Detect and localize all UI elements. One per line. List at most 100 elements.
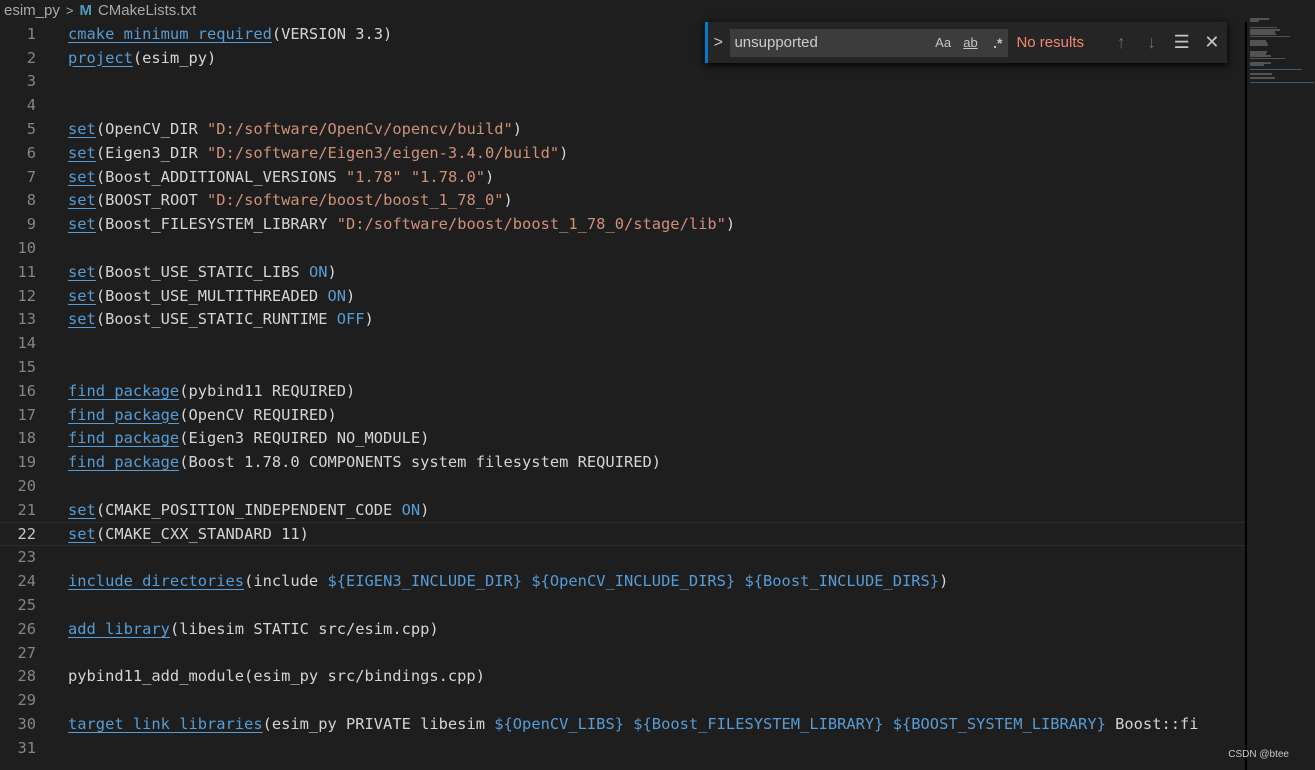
code-line[interactable]: 31 [0,736,1245,760]
code-line[interactable]: 15 [0,355,1245,379]
code-line[interactable]: 21 set(CMAKE_POSITION_INDEPENDENT_CODE ON… [0,498,1245,522]
minimap-line [1250,44,1269,46]
code-token: OFF [336,310,365,329]
code-text: find_package(Boost 1.78.0 COMPONENTS sys… [68,453,661,471]
breadcrumb-file[interactable]: CMakeLists.txt [98,2,196,19]
code-token: (OpenCV REQUIRED) [179,405,337,424]
code-text: set(BOOST_ROOT "D:/software/boost/boost_… [68,191,513,209]
code-token: (Boost_USE_STATIC_LIBS [95,262,309,281]
code-line[interactable]: 8 set(BOOST_ROOT "D:/software/boost/boost… [0,189,1245,213]
next-match-icon[interactable]: ↓ [1136,32,1166,53]
line-number: 19 [17,453,36,472]
code-line[interactable]: 12 set(Boost_USE_MULTITHREADED ON) [0,284,1245,308]
line-number: 16 [17,381,36,400]
code-token: find_package [68,381,180,400]
code-token: (esim_py PRIVATE libesim [262,715,495,734]
code-token: set [68,143,96,162]
line-number: 29 [17,691,36,710]
code-text: set(Boost_FILESYSTEM_LIBRARY "D:/softwar… [68,215,735,233]
code-token: find_package [68,429,180,448]
expand-replace-icon[interactable]: > [705,22,728,63]
code-editor[interactable]: 1 cmake_minimum_required(VERSION 3.3) 2 pro… [0,22,1245,770]
code-token: find_package [68,453,180,472]
code-token: "D:/software/boost/boost_1_78_0" [207,191,504,210]
code-text: set(Boost_ADDITIONAL_VERSIONS "1.78" "1.… [68,168,494,186]
code-token: "D:/software/boost/boost_1_78_0/stage/li… [336,215,726,234]
code-token: (libesim STATIC src/esim.cpp) [169,619,439,638]
line-number: 14 [17,334,36,353]
whole-word-icon[interactable]: ab [960,35,981,50]
code-token: (BOOST_ROOT [95,191,208,210]
minimap-line [1250,81,1314,84]
breadcrumb: esim_py > M CMakeLists.txt [0,0,1315,20]
code-line[interactable]: 16 find_package(pybind11 REQUIRED) [0,379,1245,403]
code-line[interactable]: 26 add_library(libesim STATIC src/esim.cp… [0,617,1245,641]
code-line[interactable]: 29 [0,688,1245,712]
line-number: 30 [17,715,36,734]
editor-window: esim_py > M CMakeLists.txt 1 cmake_minimu… [0,0,1315,770]
code-token: set [68,191,96,210]
code-line[interactable]: 18 find_package(Eigen3 REQUIRED NO_MODULE… [0,427,1245,451]
watermark: CSDN @btee [1228,749,1289,760]
code-line[interactable]: 5 set(OpenCV_DIR "D:/software/OpenCv/open… [0,117,1245,141]
code-line[interactable]: 28 pybind11_add_module(esim_py src/bindin… [0,665,1245,689]
code-token: (include [244,572,328,591]
code-line[interactable]: 30 target_link_libraries(esim_py PRIVATE … [0,712,1245,736]
code-line[interactable]: 19 find_package(Boost 1.78.0 COMPONENTS s… [0,450,1245,474]
find-input[interactable] [730,33,927,52]
code-token: (VERSION 3.3) [271,24,393,43]
breadcrumb-folder[interactable]: esim_py [0,2,60,19]
code-line[interactable]: 20 [0,474,1245,498]
close-icon[interactable]: ✕ [1197,32,1227,53]
regex-icon[interactable]: .* [987,35,1008,51]
code-line[interactable]: 25 [0,593,1245,617]
code-token: cmake_minimum_required [68,24,272,43]
code-token: ${BOOST_SYSTEM_LIBRARY} [892,715,1106,734]
code-token: ) [364,310,374,329]
find-result-status: No results [1016,34,1084,51]
code-line[interactable]: 6 set(Eigen3_DIR "D:/software/Eigen3/eige… [0,141,1245,165]
code-line[interactable]: 3 [0,70,1245,94]
code-line[interactable]: 9 set(Boost_FILESYSTEM_LIBRARY "D:/softwa… [0,212,1245,236]
line-number: 8 [26,191,36,210]
code-line[interactable]: 27 [0,641,1245,665]
line-number: 31 [17,738,36,757]
code-line[interactable]: 4 [0,93,1245,117]
code-token: ) [485,167,495,186]
minimap[interactable] [1250,18,1315,88]
code-line[interactable]: 14 [0,331,1245,355]
code-line[interactable]: 7 set(Boost_ADDITIONAL_VERSIONS "1.78" "1… [0,165,1245,189]
code-text: find_package(OpenCV REQUIRED) [68,406,337,424]
code-line[interactable]: 23 [0,546,1245,570]
find-in-selection-icon[interactable]: ☰ [1167,32,1197,53]
code-line[interactable]: 24 include_directories(include ${EIGEN3_I… [0,569,1245,593]
code-token: ON [308,262,328,281]
minimap-line [1250,77,1275,79]
line-number: 21 [17,500,36,519]
line-number: 26 [17,619,36,638]
vertical-scrollbar[interactable] [1245,22,1247,770]
code-token: ON [401,500,421,519]
code-line[interactable]: 22 set(CMAKE_CXX_STANDARD 11) [0,522,1245,546]
code-line[interactable]: 13 set(Boost_USE_STATIC_RUNTIME OFF) [0,308,1245,332]
code-text: find_package(Eigen3 REQUIRED NO_MODULE) [68,429,429,447]
code-line[interactable]: 11 set(Boost_USE_STATIC_LIBS ON) [0,260,1245,284]
code-line[interactable]: 10 [0,236,1245,260]
code-token: (Eigen3 REQUIRED NO_MODULE) [179,429,430,448]
match-case-icon[interactable]: Aa [932,35,953,50]
minimap-line [1250,57,1286,60]
code-token: ) [503,191,513,210]
code-text: add_library(libesim STATIC src/esim.cpp) [68,620,439,638]
minimap-line [1250,68,1303,71]
code-line[interactable]: 17 find_package(OpenCV REQUIRED) [0,403,1245,427]
line-number: 23 [17,548,36,567]
line-number: 1 [26,24,36,43]
code-token: "D:/software/OpenCv/opencv/build" [207,120,513,139]
line-number: 28 [17,667,36,686]
previous-match-icon[interactable]: ↑ [1106,32,1136,53]
code-token: pybind11_add_module(esim_py src/bindings… [68,667,485,686]
line-number: 25 [17,596,36,615]
code-text: set(CMAKE_POSITION_INDEPENDENT_CODE ON) [68,501,429,519]
